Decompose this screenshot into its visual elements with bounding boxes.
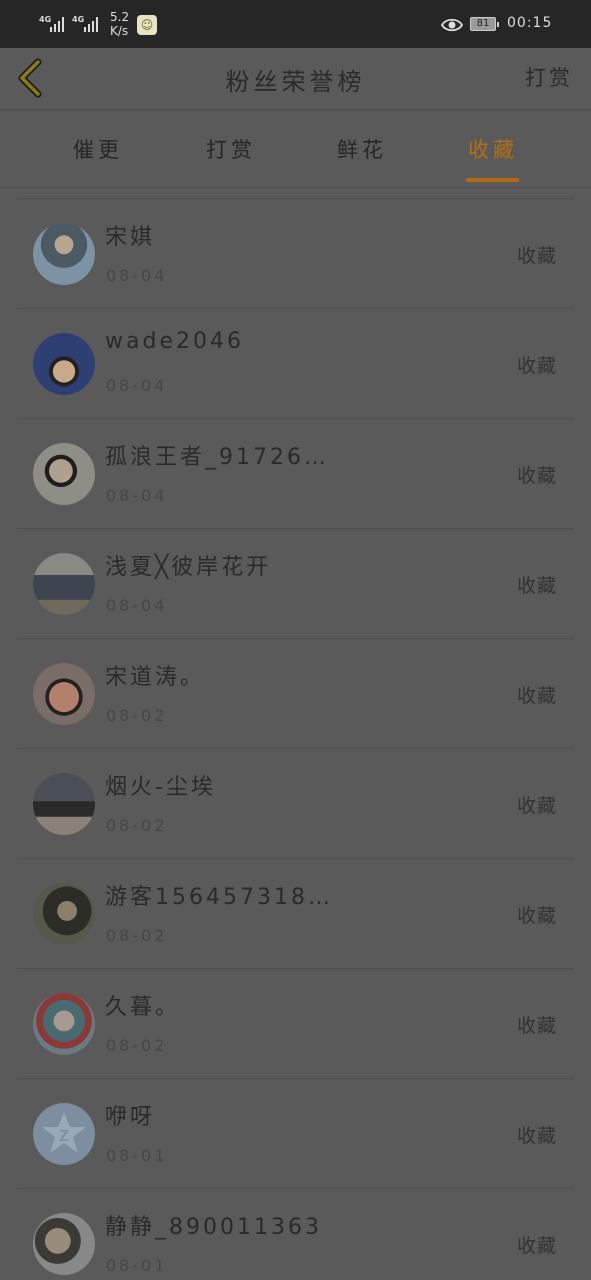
list-item[interactable]: wade2046 08-04 收藏: [17, 308, 574, 418]
avatar[interactable]: Z: [33, 1103, 95, 1165]
fan-action: 收藏: [516, 905, 557, 927]
battery-icon: 81: [470, 17, 499, 31]
fan-date: 08-02: [106, 1036, 168, 1055]
svg-text:Z: Z: [59, 1128, 69, 1145]
fan-name: 烟火-尘埃: [105, 775, 216, 800]
avatar[interactable]: [33, 773, 95, 835]
fan-action: 收藏: [516, 465, 557, 487]
list-item[interactable]: 久暮。 08-02 收藏: [17, 968, 574, 1078]
fan-name: 静静_890011363: [105, 1215, 322, 1240]
fan-action: 收藏: [516, 795, 557, 817]
list-item[interactable]: 烟火-尘埃 08-02 收藏: [17, 748, 574, 858]
fan-action: 收藏: [516, 245, 557, 267]
tab-reward[interactable]: 打赏: [176, 134, 286, 164]
app-notification-icon: ☺: [137, 15, 157, 35]
tab-flowers[interactable]: 鲜花: [307, 134, 417, 164]
signal-icon: [50, 16, 64, 32]
fan-action: 收藏: [516, 685, 557, 707]
list-item[interactable]: 静静_890011363 08-01 收藏: [17, 1188, 574, 1280]
default-avatar-icon: Z: [42, 1112, 86, 1153]
fan-name: 浅夏╳彼岸花开: [105, 555, 272, 580]
fan-date: 08-02: [106, 706, 168, 725]
fan-name: wade2046: [105, 329, 244, 354]
avatar[interactable]: [33, 333, 95, 395]
fan-date: 08-04: [106, 486, 168, 505]
eye-comfort-icon: [441, 18, 463, 32]
fan-date: 08-04: [106, 266, 168, 285]
avatar[interactable]: [33, 1213, 95, 1275]
list-item[interactable]: 浅夏╳彼岸花开 08-04 收藏: [17, 528, 574, 638]
fan-name: 游客156457318…: [105, 885, 333, 910]
fan-date: 08-01: [106, 1146, 168, 1165]
fan-name: 宋娸: [105, 225, 156, 250]
list-item[interactable]: 孤浪王者_91726… 08-04 收藏: [17, 418, 574, 528]
fan-date: 08-04: [106, 376, 168, 395]
avatar[interactable]: [33, 443, 95, 505]
fans-honor-page: 4G 4G 5.2 K/s ☺ 81 00:15 粉丝荣誉榜 打赏 催更 打赏: [0, 0, 591, 1280]
nav-bar: 粉丝荣誉榜 打赏: [0, 48, 591, 110]
fan-date: 08-02: [106, 926, 168, 945]
fan-date: 08-02: [106, 816, 168, 835]
clock: 00:15: [507, 15, 553, 31]
status-bar: 4G 4G 5.2 K/s ☺ 81 00:15: [0, 0, 591, 48]
active-tab-indicator: [466, 178, 519, 182]
fan-action: 收藏: [516, 355, 557, 377]
avatar[interactable]: [33, 553, 95, 615]
fan-name: 咿呀: [105, 1105, 156, 1130]
network-speed: 5.2 K/s: [110, 10, 129, 38]
tab-urge-update[interactable]: 催更: [43, 134, 153, 164]
fan-date: 08-04: [106, 596, 168, 615]
network-speed-unit: K/s: [110, 24, 129, 38]
tab-bar: 催更 打赏 鲜花 收藏: [0, 110, 591, 188]
network-type-2: 4G: [72, 15, 85, 24]
avatar[interactable]: [33, 993, 95, 1055]
signal-icon-2: [84, 16, 98, 32]
fan-name: 久暮。: [105, 995, 181, 1020]
fan-name: 宋道涛。: [105, 665, 206, 690]
list-item[interactable]: Z 咿呀 08-01 收藏: [17, 1078, 574, 1188]
reward-button[interactable]: 打赏: [525, 62, 573, 92]
avatar[interactable]: [33, 883, 95, 945]
fan-action: 收藏: [516, 575, 557, 597]
fan-date: 08-01: [106, 1256, 168, 1275]
list-item[interactable]: 宋娸 08-04 收藏: [17, 198, 574, 308]
avatar[interactable]: [33, 663, 95, 725]
list-item[interactable]: 宋道涛。 08-02 收藏: [17, 638, 574, 748]
fan-action: 收藏: [516, 1125, 557, 1147]
list-item[interactable]: 游客156457318… 08-02 收藏: [17, 858, 574, 968]
fan-action: 收藏: [516, 1015, 557, 1037]
page-title: 粉丝荣誉榜: [225, 68, 366, 96]
fan-list: 宋娸 08-04 收藏 wade2046 08-04 收藏 孤浪王者_91726…: [17, 198, 574, 1280]
network-speed-value: 5.2: [110, 10, 130, 24]
tab-favorites[interactable]: 收藏: [438, 134, 548, 164]
fan-name: 孤浪王者_91726…: [105, 445, 329, 470]
fan-action: 收藏: [516, 1235, 557, 1257]
avatar[interactable]: [33, 223, 95, 285]
battery-level: 81: [476, 18, 490, 29]
